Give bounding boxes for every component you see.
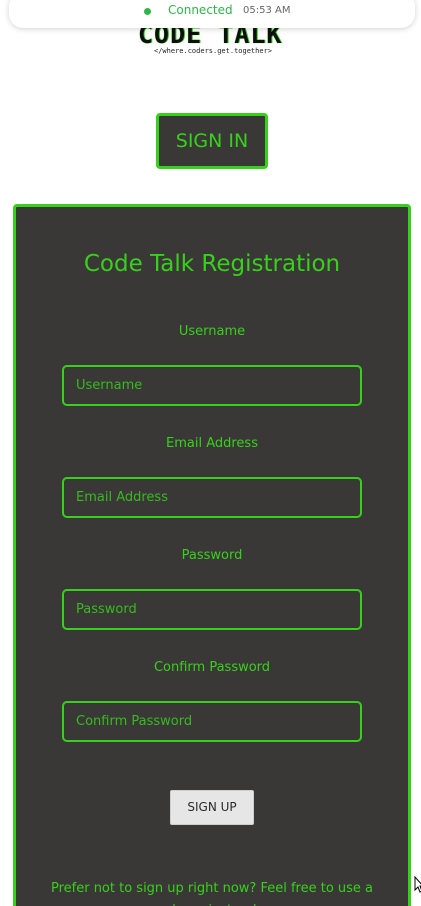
password-input[interactable]	[62, 589, 362, 630]
status-time: 05:53 AM	[243, 5, 291, 16]
password-label: Password	[181, 548, 243, 563]
email-input[interactable]	[62, 477, 362, 518]
username-input[interactable]	[62, 365, 362, 406]
connected-dot-icon	[144, 8, 151, 15]
demo-link-text[interactable]: Prefer not to sign up right now? Feel fr…	[40, 878, 384, 906]
confirm-password-input[interactable]	[62, 701, 362, 742]
sign-in-button[interactable]: SIGN IN	[156, 113, 268, 169]
email-label: Email Address	[166, 436, 258, 451]
code-talk-logo: CODE TALK </where.coders.get.together>	[138, 22, 288, 62]
registration-card: Code Talk Registration Username Email Ad…	[13, 204, 411, 906]
connection-status-text: Connected	[168, 3, 233, 17]
connection-status-bar: Connected 05:53 AM	[9, 0, 415, 28]
mouse-cursor-icon	[414, 876, 421, 893]
page: Connected 05:53 AM CODE TALK </where.cod…	[0, 0, 421, 906]
logo-tagline: </where.coders.get.together>	[154, 47, 273, 55]
username-label: Username	[178, 324, 246, 339]
sign-up-button[interactable]: SIGN UP	[170, 790, 254, 825]
registration-title: Code Talk Registration	[83, 251, 341, 277]
confirm-password-label: Confirm Password	[153, 660, 271, 675]
